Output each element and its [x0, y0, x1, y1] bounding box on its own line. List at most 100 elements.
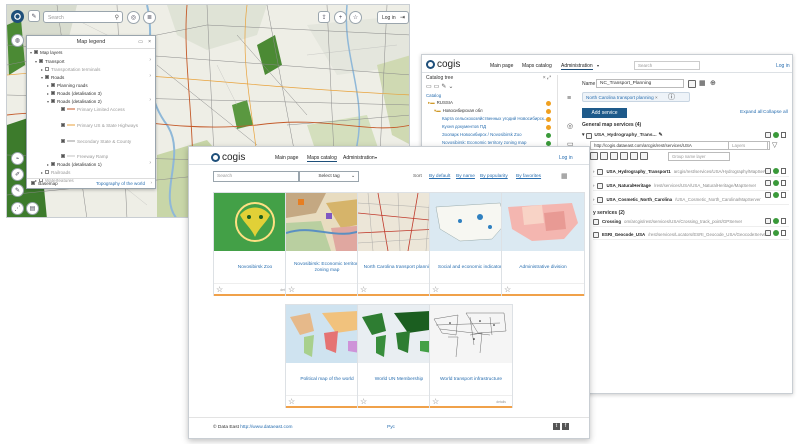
name-input[interactable]: NC_Transport_Planning — [596, 79, 684, 88]
legend-close-icon[interactable]: × — [148, 39, 151, 45]
trash-icon[interactable] — [781, 218, 786, 224]
favorite-star-icon[interactable]: ☆ — [349, 11, 362, 24]
legend-row-roads[interactable]: ▾ Roads — [41, 73, 64, 81]
legend-row-railroads[interactable]: ▸ Railroads — [41, 168, 70, 176]
chevron-right-icon[interactable]: › — [593, 169, 594, 174]
basemap-link[interactable]: Topography of the world — [96, 181, 145, 186]
visibility-icon[interactable] — [765, 180, 771, 186]
facebook-icon[interactable]: f — [562, 423, 569, 430]
legend-row-transport-terminals[interactable]: ▸ Transportation terminals — [41, 65, 100, 73]
favorite-star-icon[interactable]: ☆ — [432, 397, 439, 406]
tree-row[interactable]: ▾▬ Новосибирская обл — [434, 107, 483, 114]
tools-icon[interactable]: ✎ — [11, 184, 24, 197]
search-icon[interactable]: ⚲ — [115, 14, 119, 21]
favorite-star-icon[interactable]: ☆ — [288, 397, 295, 406]
chevron-down-icon[interactable]: ▾ — [597, 63, 599, 68]
add-service-button[interactable]: Add service — [582, 108, 627, 118]
layer-checkbox[interactable] — [61, 107, 65, 111]
chevron-right-icon[interactable]: › — [593, 197, 594, 202]
layer-checkbox[interactable] — [51, 83, 56, 87]
service-row[interactable]: › USA_NaturalHeritage /rest/services/USA… — [593, 181, 789, 191]
globe-icon[interactable]: ◎ — [127, 11, 140, 24]
chevron-right-icon[interactable]: › — [149, 73, 151, 79]
expand-arrow-icon[interactable]: ▸ — [41, 170, 43, 175]
layer-checkbox[interactable] — [51, 99, 56, 103]
sort-by-default[interactable]: By default — [429, 174, 450, 179]
favorite-star-icon[interactable]: ☆ — [360, 285, 367, 294]
footer-link[interactable]: http://www.dataeast.com — [240, 425, 292, 430]
filter-icon[interactable]: ▽ — [772, 141, 777, 149]
service-row[interactable]: Crossing om/arcgis/rest/services/USA/Cro… — [593, 217, 789, 227]
nav-administration[interactable]: Administration — [343, 155, 375, 161]
card-meta[interactable]: details — [496, 400, 506, 404]
login-link[interactable]: Log in — [776, 63, 790, 69]
layer-checkbox[interactable] — [39, 59, 44, 63]
legend-row-secondary[interactable]: Secondary State & County — [61, 137, 131, 145]
tree-close-icon[interactable]: × ⤢ — [543, 75, 551, 81]
legend-row-transport[interactable]: ▾ Transport — [35, 57, 65, 65]
layer-checkbox[interactable] — [45, 170, 50, 174]
expand-arrow-icon[interactable]: ▸ — [47, 162, 49, 167]
share-icon[interactable]: ⇪ — [318, 11, 330, 23]
favorite-star-icon[interactable]: ☆ — [360, 397, 367, 406]
tool-icon[interactable] — [620, 152, 628, 160]
layer-checkbox[interactable] — [45, 75, 50, 79]
chevron-right-icon[interactable]: › — [149, 160, 151, 166]
card-title[interactable]: World UN Membership — [360, 365, 438, 395]
chevron-down-icon[interactable]: ▾ — [582, 133, 584, 138]
measure-icon[interactable]: ⌁ — [11, 152, 24, 165]
favorite-star-icon[interactable]: ☆ — [504, 285, 511, 294]
print-icon[interactable]: ▤ — [26, 202, 39, 215]
zoom-in-icon[interactable]: + — [334, 11, 347, 24]
tool-icon[interactable] — [600, 152, 608, 160]
layer-checkbox[interactable] — [61, 154, 65, 158]
card-title[interactable]: Administrative division — [504, 253, 582, 283]
list-icon[interactable]: ≡ — [567, 95, 571, 102]
layers-select[interactable]: Layers — [728, 141, 768, 150]
expand-all-link[interactable]: Expand all — [740, 110, 762, 115]
chevron-right-icon[interactable]: › — [150, 180, 152, 185]
draw-icon[interactable]: ✐ — [11, 168, 24, 181]
layer-checkbox[interactable] — [51, 91, 56, 95]
favorite-star-icon[interactable]: ☆ — [288, 285, 295, 294]
folder-icon[interactable]: ▭ — [426, 84, 434, 90]
expand-arrow-icon[interactable]: ▾ — [30, 50, 32, 55]
chevron-down-icon[interactable]: ▾ — [375, 155, 377, 160]
card-title[interactable]: Novosibirsk: Economic territory zoning m… — [288, 253, 366, 283]
login-button[interactable]: Log in ⇥ — [377, 11, 409, 24]
nav-maps-catalog[interactable]: Maps catalog — [307, 155, 337, 162]
tool-icon[interactable] — [590, 152, 598, 160]
grid-icon[interactable]: ▦ — [699, 79, 706, 87]
app-logo-icon[interactable] — [11, 10, 24, 23]
view-toggle-icon[interactable] — [688, 80, 696, 88]
visibility-icon[interactable] — [765, 230, 771, 236]
nav-main-page[interactable]: Main page — [490, 63, 513, 69]
basemap-checkbox[interactable] — [31, 181, 35, 185]
login-link[interactable]: Log in — [559, 155, 573, 161]
legend-row-freeway-ramp[interactable]: Freeway Ramp — [61, 152, 108, 160]
legend-row-roads-3[interactable]: ▸ Roads (detalisation 3) — [47, 89, 102, 97]
editing-service-row[interactable]: ▾ USA_Hydrography_Trans... ✎ — [582, 131, 788, 140]
map-card[interactable]: World transport infrastructure ☆ details — [429, 304, 513, 408]
pencil-icon[interactable]: ✎ — [659, 133, 663, 138]
chevron-right-icon[interactable]: › — [149, 57, 151, 63]
tree-row[interactable]: Novosibirsk: Economic territory zoning m… — [442, 139, 526, 146]
tool-icon[interactable] — [610, 152, 618, 160]
visibility-icon[interactable] — [765, 192, 771, 198]
basemap-toggle-icon[interactable]: ◍ — [11, 34, 24, 47]
map-card[interactable]: Administrative division ☆ — [501, 192, 585, 296]
chevron-right-icon[interactable]: › — [593, 183, 594, 188]
tag-select[interactable]: Select tag ⌄ — [299, 171, 359, 182]
catalog-search-input[interactable]: Search — [213, 171, 299, 182]
favorite-star-icon[interactable]: ☆ — [216, 285, 223, 294]
tree-row[interactable]: Catalog — [426, 92, 441, 99]
trash-icon[interactable] — [781, 180, 786, 186]
sort-by-popularity[interactable]: By popularity — [480, 174, 508, 179]
legend-row-primary-limited[interactable]: Primary Limited Access — [61, 105, 125, 113]
visibility-icon[interactable] — [765, 168, 771, 174]
layer-checkbox[interactable] — [45, 67, 50, 71]
view-mode-icon[interactable]: ▦ — [561, 172, 568, 180]
group-name-input[interactable]: Group name layer — [668, 152, 730, 161]
expand-arrow-icon[interactable]: ▸ — [41, 67, 43, 72]
expand-arrow-icon[interactable]: ▾ — [41, 75, 43, 80]
